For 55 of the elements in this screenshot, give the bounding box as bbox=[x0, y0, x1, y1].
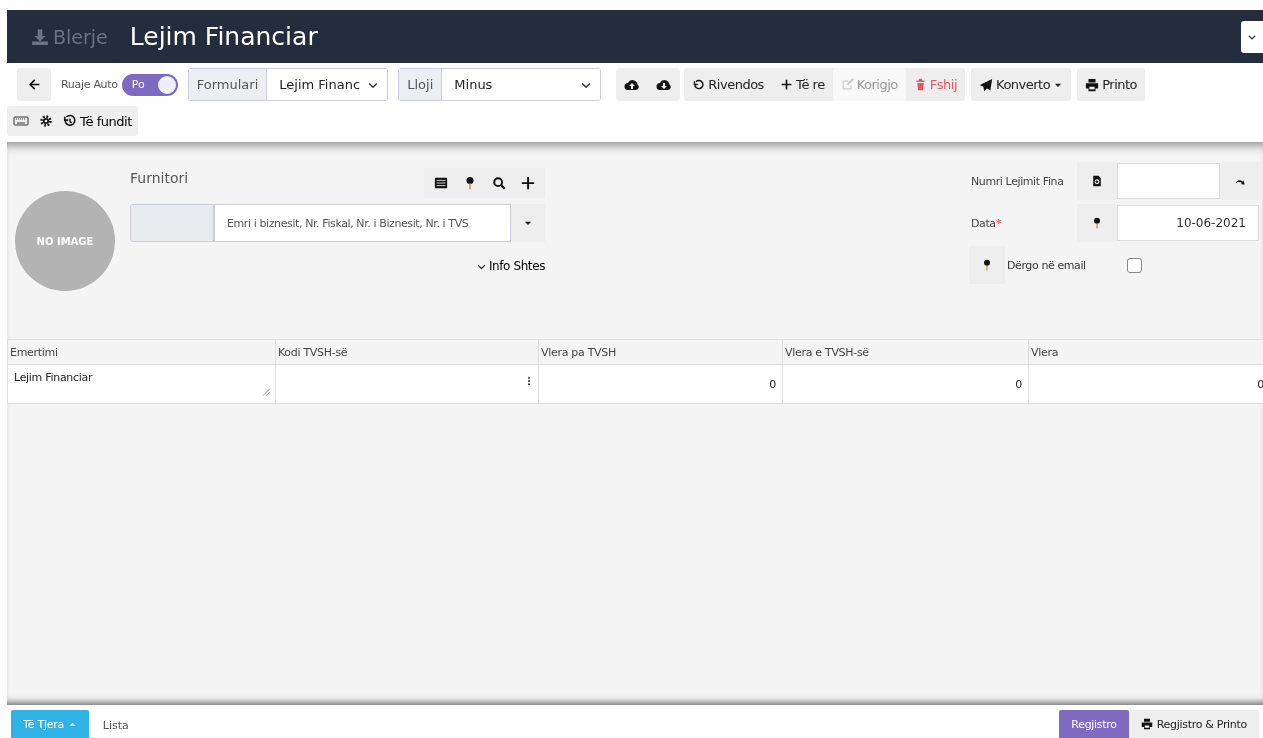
page-title: Lejim Financiar bbox=[129, 22, 318, 51]
more-info-toggle[interactable]: Info Shtes bbox=[475, 259, 545, 273]
email-checkbox[interactable] bbox=[1127, 257, 1142, 273]
column-header: Kodi TVSH-së bbox=[275, 339, 539, 365]
resize-handle-icon bbox=[261, 387, 271, 397]
no-image-text: NO IMAGE bbox=[36, 235, 94, 247]
supplier-label: Furnitori bbox=[130, 170, 189, 188]
trash-icon bbox=[913, 78, 927, 91]
pin-icon bbox=[981, 259, 993, 271]
document-icon bbox=[1091, 175, 1103, 187]
keyboard-icon bbox=[13, 113, 29, 129]
column-header: Vlera pa TVSH bbox=[538, 339, 783, 365]
section-title: Blerje bbox=[31, 25, 108, 48]
keyboard-button[interactable] bbox=[13, 113, 29, 129]
printer-icon bbox=[1140, 718, 1153, 730]
supplier-search-field[interactable]: Emri i biznesit, Nr. Fiskal, Nr. i Biznesit, Nr. i TVS bbox=[214, 204, 511, 242]
reset-button[interactable]: Rivendos bbox=[684, 68, 772, 101]
number-field[interactable] bbox=[1117, 163, 1220, 199]
email-label: Dërgo në email bbox=[1007, 258, 1087, 272]
print-button[interactable]: Printo bbox=[1077, 68, 1146, 101]
search-icon bbox=[492, 176, 506, 190]
autosave-toggle[interactable]: Po bbox=[121, 73, 178, 96]
back-button[interactable] bbox=[17, 68, 51, 101]
table-cell: 0 bbox=[538, 364, 783, 404]
edit-icon bbox=[840, 78, 854, 91]
paper-plane-icon bbox=[979, 77, 993, 92]
table-cell[interactable]: Lejim Financiar bbox=[7, 364, 276, 404]
field-label: Data* bbox=[970, 216, 1002, 230]
field-label: Numri Lejimit Fina bbox=[970, 174, 1065, 188]
column-header: Vlera e TVSH-së bbox=[782, 339, 1029, 365]
history-icon bbox=[63, 114, 77, 128]
download-icon bbox=[31, 27, 49, 46]
dropdown-button[interactable] bbox=[1241, 20, 1263, 53]
table-cell: 0 bbox=[1028, 364, 1263, 404]
autosave-label: Ruaje Auto bbox=[61, 78, 118, 91]
printer-icon bbox=[1085, 77, 1100, 92]
table-cell[interactable] bbox=[275, 364, 539, 404]
column-header: Emertimi bbox=[7, 339, 276, 365]
list-link[interactable]: Lista bbox=[102, 719, 129, 732]
register-print-button[interactable]: Regjistro & Printo bbox=[1128, 710, 1259, 738]
pin-icon bbox=[1091, 217, 1103, 229]
supplier-code-field[interactable] bbox=[130, 204, 214, 242]
settings-button[interactable] bbox=[39, 114, 53, 128]
table-icon bbox=[434, 176, 448, 190]
back-arrow-icon bbox=[27, 78, 41, 91]
plus-icon bbox=[521, 176, 535, 190]
undo-icon bbox=[692, 78, 706, 91]
settings-icon bbox=[39, 114, 53, 128]
date-field[interactable]: 10-06-2021 bbox=[1117, 205, 1259, 241]
table-cell: 0 bbox=[782, 364, 1029, 404]
convert-button[interactable]: Konverto bbox=[971, 68, 1072, 101]
register-button[interactable]: Regjistro bbox=[1059, 710, 1129, 738]
column-header: Vlera bbox=[1028, 339, 1263, 365]
plus-icon bbox=[779, 78, 793, 91]
new-button[interactable]: Të re bbox=[771, 68, 833, 101]
